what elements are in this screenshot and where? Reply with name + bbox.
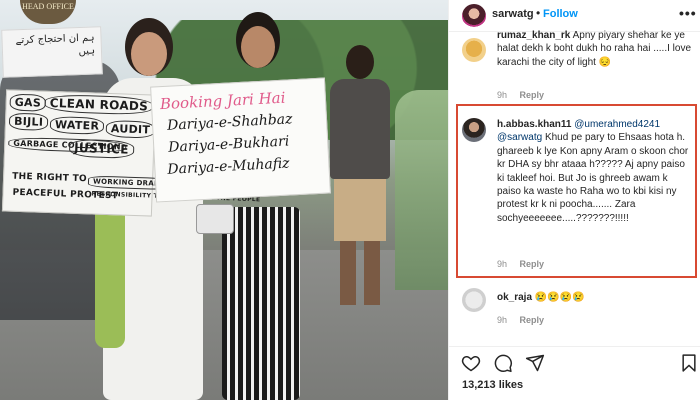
comment-body: ok_raja 😢😢😢😢 (497, 291, 693, 304)
reply-button[interactable]: Reply (520, 90, 545, 100)
placard-demands: GAS CLEAN ROADS BIJLI WATER AUDIT GARBAG… (1, 89, 260, 217)
save-icon[interactable] (679, 353, 699, 373)
comment-icon[interactable] (493, 353, 513, 373)
comment-avatar[interactable] (462, 38, 486, 62)
comment-time[interactable]: 9h (497, 315, 507, 325)
placard-word: BIJLI (8, 112, 49, 131)
bystander-man (330, 45, 390, 305)
bystander-legs (340, 241, 380, 305)
more-horizontal-icon[interactable]: ••• (679, 5, 697, 21)
comment-time[interactable]: 9h (497, 259, 507, 269)
handbag (196, 204, 234, 234)
post-side-panel: sarwatg • Follow ••• rumaz_khan_rk Apny … (448, 0, 700, 400)
reply-button[interactable]: Reply (520, 259, 545, 269)
protester-left-face (131, 32, 167, 76)
comment-body: h.abbas.khan11 @umerahmed4241 @sarwatg K… (497, 118, 693, 225)
placard-word: JUSTICE (68, 138, 135, 159)
comment-text: 😢😢😢😢 (534, 292, 585, 303)
likes-count[interactable]: 13,213 likes (462, 379, 523, 391)
post-username[interactable]: sarwatg (492, 8, 534, 20)
placard-word: GAS (9, 93, 47, 112)
comment-item: rumaz_khan_rk Apny piyary shehar ke ye h… (449, 29, 700, 102)
placard-word: CLEAN ROADS (44, 93, 154, 116)
comment-meta: 9h Reply (497, 259, 544, 269)
comment-username[interactable]: h.abbas.khan11 (497, 119, 571, 130)
mention-link[interactable]: @sarwatg (497, 132, 542, 143)
reply-button[interactable]: Reply (520, 315, 545, 325)
placard-word: WATER (49, 115, 105, 135)
placard-booking: Booking Jari Hai Dariya-e-Shahbaz Dariya… (150, 77, 331, 203)
comment-username[interactable]: rumaz_khan_rk (497, 30, 570, 41)
comment-text: Khud pe pary to Ehsaas hota h. ghareeb k… (497, 132, 689, 224)
comment-time[interactable]: 9h (497, 90, 507, 100)
avatar[interactable] (462, 4, 486, 28)
bystander-head (346, 45, 374, 79)
separator-dot: • (536, 6, 541, 20)
post-header: sarwatg • Follow ••• (449, 0, 700, 32)
comment-meta: 9h Reply (497, 315, 544, 325)
share-icon[interactable] (525, 353, 545, 373)
comment-avatar[interactable] (462, 288, 486, 312)
placard-word: AUDIT (105, 119, 156, 139)
bystander-shirt (330, 79, 390, 179)
bystander-shorts (334, 179, 386, 241)
mention-link[interactable]: @umerahmed4241 (574, 119, 660, 130)
post-actions-bar (449, 346, 700, 376)
comment-item: ok_raja 😢😢😢😢 9h Reply (449, 284, 700, 340)
crowd-right (395, 90, 448, 290)
placard-word: THE RIGHT TO (11, 171, 88, 185)
comment-body: rumaz_khan_rk Apny piyary shehar ke ye h… (497, 29, 693, 69)
follow-button[interactable]: Follow (543, 8, 578, 20)
comment-meta: 9h Reply (497, 90, 544, 100)
comment-avatar[interactable] (462, 118, 486, 142)
post-photo[interactable]: HEAD OFFICE ہم ان احتجاج کرتے ہیں GAS CL… (0, 0, 448, 400)
comment-item-highlighted: h.abbas.khan11 @umerahmed4241 @sarwatg K… (449, 104, 700, 278)
protester-right-face (241, 26, 275, 68)
comment-username[interactable]: ok_raja (497, 292, 532, 303)
heart-icon[interactable] (461, 353, 481, 373)
urdu-banner: ہم ان احتجاج کرتے ہیں (1, 26, 103, 78)
protester-right-pants (222, 207, 300, 400)
